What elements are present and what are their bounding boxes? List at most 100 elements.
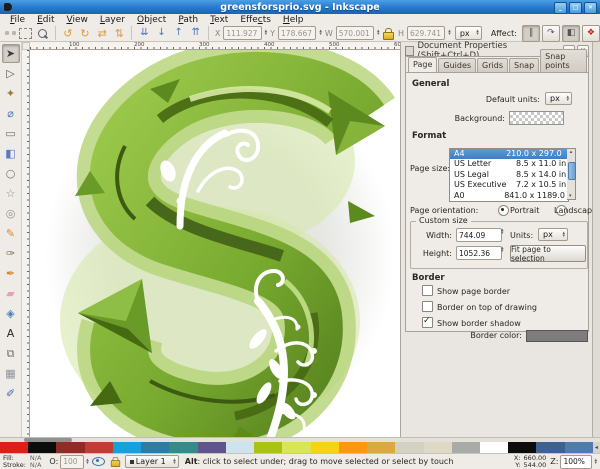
close-button[interactable]: ✕ [584, 2, 597, 14]
portrait-radio[interactable] [498, 205, 509, 216]
opacity-field[interactable]: 100 [60, 455, 84, 469]
tool-tweak-icon[interactable]: ✦ [2, 84, 20, 103]
palette-swatch[interactable] [85, 442, 113, 453]
menu-layer[interactable]: Layer [94, 15, 131, 25]
tool-dropper-icon[interactable]: ✐ [2, 384, 20, 403]
palette-swatch[interactable] [565, 442, 593, 453]
maximize-button[interactable]: □ [569, 2, 582, 14]
raise-to-top-button[interactable]: ⇈ [188, 26, 204, 41]
palette-scroll-arrow[interactable]: ◂ [593, 442, 600, 453]
checkbox-border-on-top-of-drawing[interactable] [422, 301, 433, 312]
tab-guides[interactable]: Guides [438, 58, 476, 72]
select-all-button[interactable] [18, 26, 34, 41]
tab-page[interactable]: Page [408, 57, 437, 73]
menu-view[interactable]: View [61, 15, 94, 25]
palette-swatch[interactable] [56, 442, 84, 453]
tool-node-editor-icon[interactable]: ▷ [2, 64, 20, 83]
layer-selector-dropdown[interactable]: Layer 1 ▴▾ [125, 455, 179, 468]
height-field[interactable]: 1052.36 [456, 246, 502, 260]
w-field[interactable]: 570.001 [336, 26, 374, 40]
tab-grids[interactable]: Grids [477, 58, 508, 72]
lower-to-bottom-button[interactable]: ⇊ [136, 26, 152, 41]
rotate-ccw-button[interactable]: ↺ [60, 26, 76, 41]
tool-gradient-icon[interactable]: ▦ [2, 364, 20, 383]
background-color-swatch[interactable] [509, 111, 564, 125]
palette-swatch[interactable] [424, 442, 452, 453]
tool-ellipse-icon[interactable]: ○ [2, 164, 20, 183]
palette-swatch[interactable] [480, 442, 508, 453]
checkbox-show-page-border[interactable] [422, 285, 433, 296]
opacity-spinner[interactable]: ▴▾ [86, 459, 89, 465]
vertical-scrollbar[interactable] [592, 42, 600, 437]
w-spinner[interactable]: ▴▾ [377, 30, 380, 36]
tool-spiral-icon[interactable]: ◎ [2, 204, 20, 223]
scrollbar-thumb[interactable] [568, 162, 576, 180]
default-units-dropdown[interactable]: px▴▾ [545, 92, 572, 105]
affect-move-parallel-icon[interactable]: ∥ [522, 25, 540, 42]
palette-swatch[interactable] [395, 442, 423, 453]
affect-bounding-box-icon[interactable]: ❖ [582, 25, 600, 42]
palette-swatch[interactable] [169, 442, 197, 453]
menu-edit[interactable]: Edit [31, 15, 60, 25]
palette-swatch[interactable] [141, 442, 169, 453]
rotate-cw-button[interactable]: ↻ [77, 26, 93, 41]
tool-zoom-icon[interactable]: ⌀ [2, 104, 20, 123]
menu-text[interactable]: Text [204, 15, 234, 25]
palette-swatch[interactable] [508, 442, 536, 453]
tool-bezier-pen-icon[interactable]: ✑ [2, 244, 20, 263]
zoom-field[interactable]: 100% [560, 455, 592, 469]
page-size-row[interactable]: A4210.0 x 297.0 mm [450, 149, 568, 159]
tool-text-icon[interactable]: A [2, 324, 20, 343]
tab-snap[interactable]: Snap [509, 58, 539, 72]
width-spinner[interactable]: ▴▾ [501, 229, 504, 235]
fit-page-button[interactable]: Fit page to selection [510, 245, 586, 262]
page-size-list[interactable]: A4210.0 x 297.0 mmUS Letter8.5 x 11.0 in… [449, 148, 569, 202]
border-color-swatch[interactable] [526, 330, 588, 342]
x-field[interactable]: 111.927 [223, 26, 261, 40]
palette-swatch[interactable] [226, 442, 254, 453]
palette-swatch[interactable] [254, 442, 282, 453]
layer-lock-icon[interactable] [111, 457, 120, 466]
menu-path[interactable]: Path [172, 15, 204, 25]
palette-swatch[interactable] [452, 442, 480, 453]
page-size-row[interactable]: US Legal8.5 x 14.0 in [450, 170, 568, 180]
custom-units-dropdown[interactable]: px▴▾ [538, 228, 568, 241]
palette-swatch[interactable] [113, 442, 141, 453]
stroke-value[interactable]: N/A [30, 462, 42, 469]
page-size-list-scrollbar[interactable]: ▴▾ [567, 148, 576, 200]
toolbar-units-dropdown[interactable]: px▴▾ [455, 26, 482, 40]
palette-swatch[interactable] [0, 442, 28, 453]
affect-scale-stroke-icon[interactable]: ◧ [562, 25, 580, 42]
tool-3d-box-icon[interactable]: ◧ [2, 144, 20, 163]
checkbox-show-border-shadow[interactable] [422, 317, 433, 328]
layer-visibility-eye-icon[interactable] [92, 457, 105, 466]
width-field[interactable]: 744.09 [456, 228, 502, 242]
y-spinner[interactable]: ▴▾ [319, 30, 322, 36]
tool-calligraphy-icon[interactable]: ✒ [2, 264, 20, 283]
tool-star-icon[interactable]: ☆ [2, 184, 20, 203]
minimize-button[interactable]: _ [554, 2, 567, 14]
menu-file[interactable]: File [4, 15, 31, 25]
palette-swatch[interactable] [339, 442, 367, 453]
tool-pencil-icon[interactable]: ✎ [2, 224, 20, 243]
zoom-spinner[interactable]: ▴▾ [594, 459, 597, 465]
h-spinner[interactable]: ▴▾ [448, 30, 451, 36]
tool-selector-icon[interactable]: ➤ [2, 44, 20, 63]
menu-effects[interactable]: Effects [234, 15, 277, 25]
tool-connector-icon[interactable]: ⧉ [2, 344, 20, 363]
palette-swatch[interactable] [536, 442, 564, 453]
menu-help[interactable]: Help [277, 15, 310, 25]
page-size-row[interactable]: US Letter8.5 x 11.0 in [450, 159, 568, 169]
y-field[interactable]: 178.667 [278, 26, 316, 40]
horizontal-ruler[interactable]: 100200300400500600 [30, 42, 400, 50]
lower-button[interactable]: ↓ [153, 26, 169, 41]
page-size-row[interactable]: A0841.0 x 1189.0 mm [450, 191, 568, 201]
h-field[interactable]: 629.741 [407, 26, 445, 40]
affect-rotate-icon[interactable]: ↷ [542, 25, 560, 42]
page-size-row[interactable]: US Executive7.2 x 10.5 in [450, 180, 568, 190]
palette-swatch[interactable] [282, 442, 310, 453]
x-spinner[interactable]: ▴▾ [265, 30, 268, 36]
height-spinner[interactable]: ▴▾ [501, 247, 504, 253]
zoom-selection-button[interactable] [35, 26, 51, 41]
tool-paint-bucket-icon[interactable]: ◈ [2, 304, 20, 323]
